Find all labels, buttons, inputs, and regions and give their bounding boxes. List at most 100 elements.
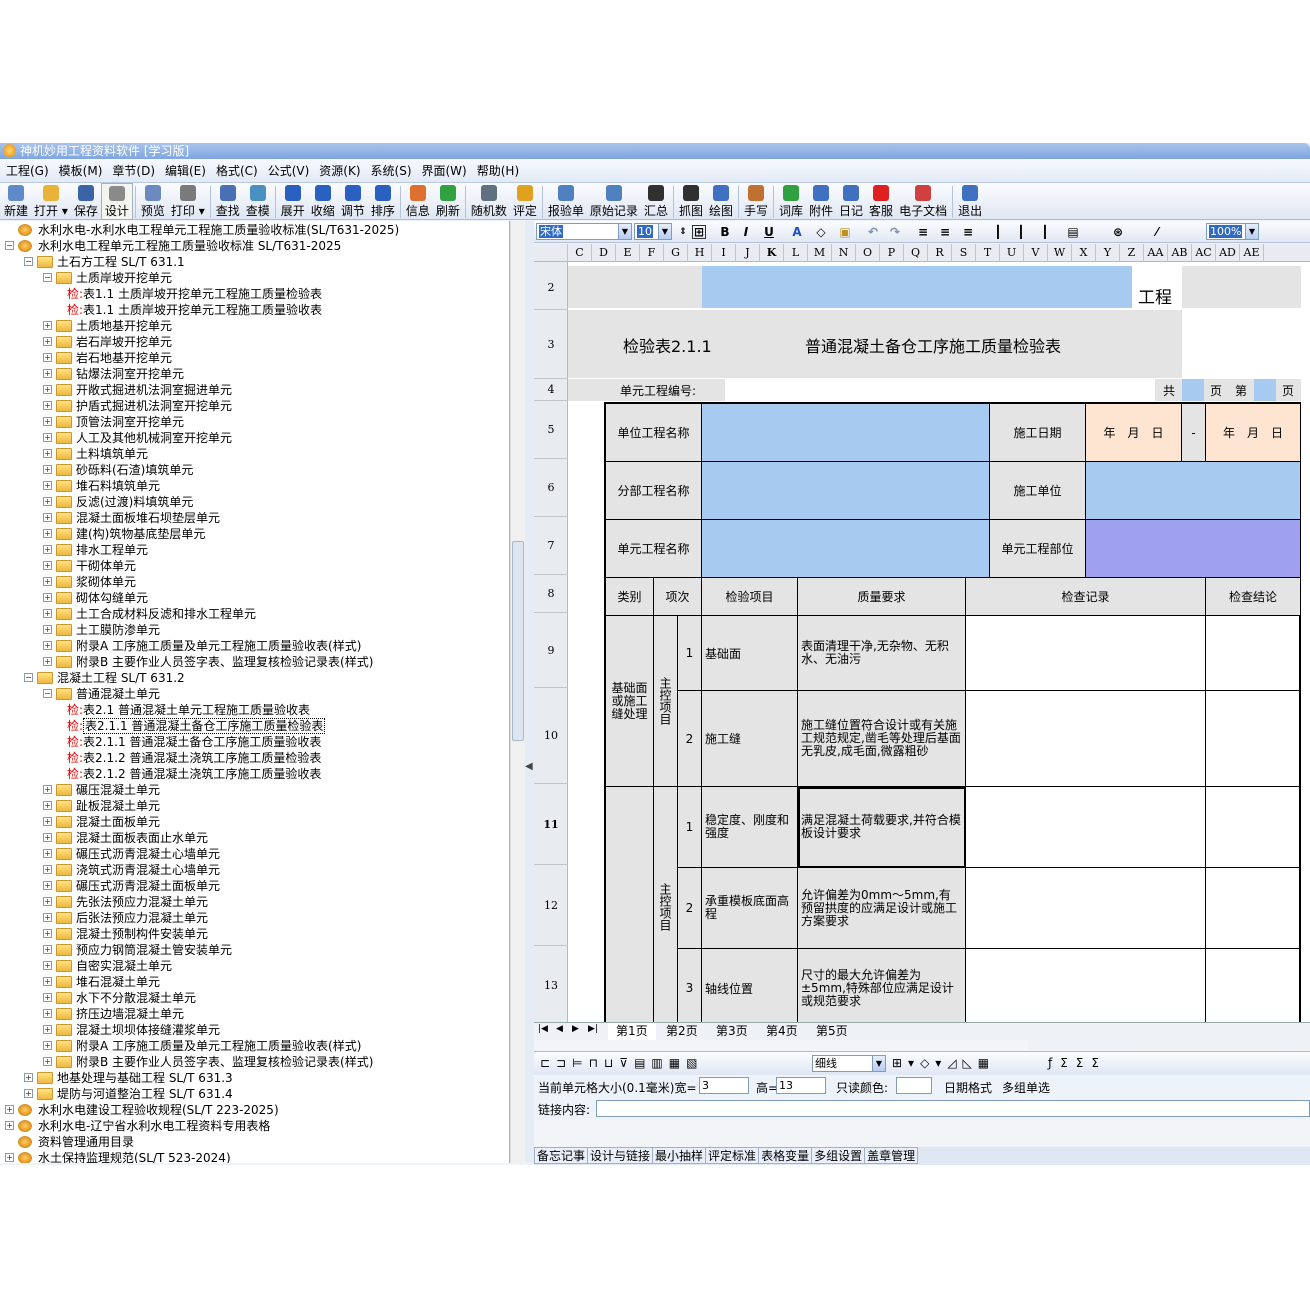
column-header-cell[interactable]: Q [904,244,928,262]
vertical-bottom-icon[interactable]: ┃ [1036,224,1054,240]
tree-node[interactable]: 检:表2.1.1 普通混凝土备仓工序施工质量验收表 [67,734,321,750]
tree-node[interactable]: 砂砾料(石渣)填筑单元 [76,462,193,478]
last-sheet-icon[interactable]: ▶| [588,1024,598,1034]
menu-item[interactable]: 界面(W) [418,159,471,183]
tree-node[interactable]: 土工膜防渗单元 [76,622,160,638]
tree-expander-icon[interactable]: + [43,641,52,650]
toolbar-button[interactable]: 绘图 [706,183,736,220]
tree-node[interactable]: 碾压式沥青混凝土面板单元 [76,878,220,894]
tree-expander-icon[interactable]: + [43,433,52,442]
tree-node[interactable]: 检: 表2.1.1 普通混凝土备仓工序施工质量检验表 [67,718,326,734]
total-pages-cell[interactable] [1182,379,1204,401]
toolbar-button[interactable]: 原始记录 [587,183,641,220]
sheet-tab[interactable]: 第3页 [708,1023,756,1040]
align-center-icon[interactable]: ≡ [936,224,954,240]
sub-project-cell[interactable] [702,462,990,520]
spin-icon[interactable]: ⇕ [674,224,692,240]
tree-node[interactable]: 土料填筑单元 [76,446,148,462]
tree-node[interactable]: 干砌体单元 [76,558,136,574]
row-header-cell[interactable]: 10 [534,688,568,784]
tree-node[interactable]: 排水工程单元 [76,542,148,558]
toolbar-button[interactable]: 附件 [806,183,836,220]
unit-no-input[interactable] [725,379,1155,401]
tree-node[interactable]: 混凝土坝坝体接缝灌浆单元 [76,1022,220,1038]
tree-expander-icon[interactable]: + [5,1105,14,1114]
tree-node[interactable]: 护盾式掘进机法洞室开挖单元 [76,398,232,414]
tree-node[interactable]: 建(构)筑物基底垫层单元 [76,526,205,542]
column-header-cell[interactable]: J [736,244,760,262]
tree-node[interactable]: 水利水电-水利水电工程单元工程施工质量验收标准(SL/T631-2025) [38,222,399,238]
column-header-cell[interactable]: K [760,244,784,262]
tree-expander-icon[interactable]: + [24,1089,33,1098]
vertical-align-icon[interactable]: ┃ [989,224,1007,240]
toolbar-button[interactable]: 调节 [338,183,368,220]
project-name-cell[interactable] [702,266,1132,308]
tree-expander-icon[interactable]: + [43,897,52,906]
tree-node[interactable]: 砌体勾缝单元 [76,590,148,606]
tree-node[interactable]: 土质地基开挖单元 [76,318,172,334]
bottom-tab[interactable]: 评定标准 [705,1147,760,1164]
toolbar-button[interactable]: 排序 [368,183,398,220]
tree-expander-icon[interactable]: + [43,449,52,458]
sheet-tab[interactable]: 第2页 [658,1023,706,1040]
column-header-cell[interactable]: S [952,244,976,262]
unit-part-cell[interactable] [1086,520,1301,578]
r10-result[interactable] [1206,691,1301,787]
tree-expander-icon[interactable]: + [43,657,52,666]
vertical-center-icon[interactable]: ┃ [1012,224,1030,240]
first-sheet-icon[interactable]: |◀ [538,1024,548,1034]
tree-expander-icon[interactable]: + [43,833,52,842]
tree-expander-icon[interactable]: + [43,929,52,938]
italic-button[interactable]: I [737,224,755,240]
toolbar-button[interactable]: 打印 ▾ [168,183,208,220]
row-header-cell[interactable]: 11 [534,784,568,865]
font-size-select[interactable]: 10 ▼ [634,223,672,240]
tree-node[interactable]: 浇筑式沥青混凝土心墙单元 [76,862,220,878]
row-header-cell[interactable]: 2 [534,266,568,310]
tree-node[interactable]: 混凝土面板表面止水单元 [76,830,208,846]
tree-expander-icon[interactable]: + [43,561,52,570]
tree-node[interactable]: 岩石地基开挖单元 [76,350,172,366]
multi-select-option[interactable]: 多组单选 [1002,1079,1050,1096]
toolbar-button[interactable]: 刷新 [433,183,463,220]
sheet-tab[interactable]: 第1页 [608,1023,656,1040]
tree-node[interactable]: 水下不分散混凝土单元 [76,990,196,1006]
menu-item[interactable]: 资源(K) [315,159,364,183]
tree-node[interactable]: 普通混凝土单元 [76,686,160,702]
r9-record[interactable] [966,616,1206,691]
bottom-tab[interactable]: 最小抽样 [652,1147,707,1164]
tree-expander-icon[interactable]: + [43,465,52,474]
tree-node[interactable]: 地基处理与基础工程 SL/T 631.3 [57,1070,233,1086]
column-header-cell[interactable]: Z [1120,244,1144,262]
column-header-cell[interactable]: U [1000,244,1024,262]
template-tree[interactable]: 水利水电-水利水电工程单元工程施工质量验收标准(SL/T631-2025) − 水利… [0,221,510,1163]
tree-node[interactable]: 土质岸坡开挖单元 [76,270,172,286]
column-header-cell[interactable]: R [928,244,952,262]
toolbar-button[interactable]: 词库 [776,183,806,220]
tree-expander-icon[interactable]: + [43,577,52,586]
column-header-cell[interactable]: C [568,244,592,262]
toolbar-button[interactable]: 展开 [278,183,308,220]
bold-button[interactable]: B [716,224,734,240]
menu-item[interactable]: 编辑(E) [161,159,210,183]
tree-expander-icon[interactable]: + [43,401,52,410]
tree-node[interactable]: 预应力钢筒混凝土管安装单元 [76,942,232,958]
tree-node[interactable]: 混凝土预制构件安装单元 [76,926,208,942]
toolbar-button[interactable]: 退出 [955,183,985,220]
fit-icon[interactable]: ⊞ [692,225,706,239]
toolbar-button[interactable]: 抓图 [676,183,706,220]
column-header-cell[interactable]: H [688,244,712,262]
column-header-cell[interactable]: AC [1192,244,1216,262]
column-header-cell[interactable]: AE [1240,244,1264,262]
row-header-cell[interactable]: 8 [534,575,568,613]
align-left-icon[interactable]: ≡ [914,224,932,240]
tree-node[interactable]: 堆石料填筑单元 [76,478,160,494]
tree-expander-icon[interactable]: + [43,417,52,426]
tree-scrollbar[interactable] [510,221,525,1163]
column-header-cell[interactable]: L [784,244,808,262]
unit-project-cell[interactable] [702,404,990,462]
toolbar-button[interactable]: 收缩 [308,183,338,220]
tree-expander-icon[interactable]: + [24,1073,33,1082]
tree-expander-icon[interactable]: + [43,1025,52,1034]
bottom-tab[interactable]: 多组设置 [811,1147,866,1164]
